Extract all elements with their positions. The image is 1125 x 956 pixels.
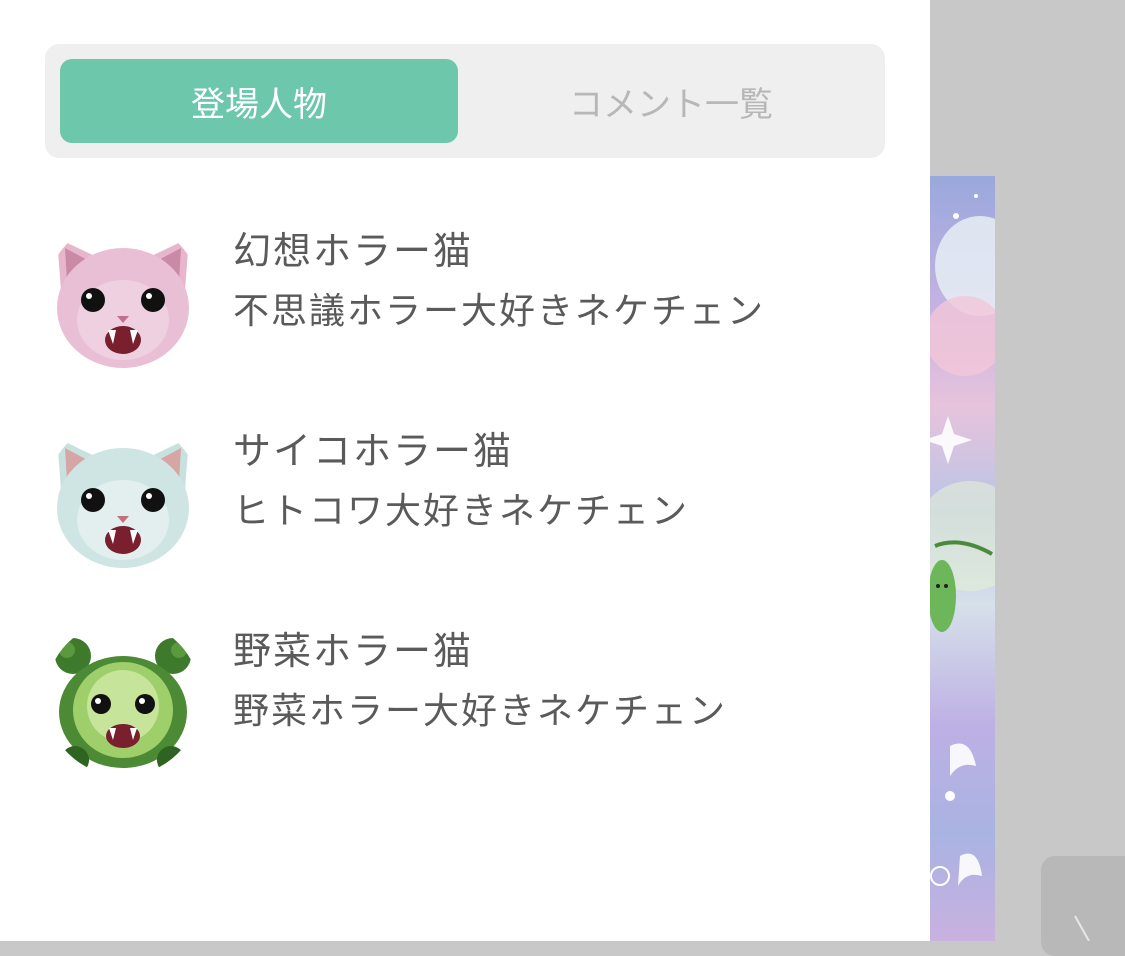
character-item-vegetable-horror-cat[interactable]: 野菜ホラー猫 野菜ホラー大好きネケチェン [45, 620, 865, 780]
character-subtitle: ヒトコワ大好きネケチェン [233, 491, 690, 532]
background-illustration-strip [930, 176, 995, 941]
tab-comments[interactable]: コメント一覧 [472, 59, 870, 143]
pink-cat-icon [45, 220, 201, 376]
character-name: 野菜ホラー猫 [233, 629, 474, 673]
character-name: 幻想ホラー猫 [233, 229, 474, 273]
character-subtitle: 野菜ホラー大好きネケチェン [233, 691, 728, 732]
tab-characters[interactable]: 登場人物 [60, 59, 458, 143]
chevron-right-icon [1074, 915, 1090, 942]
character-item-fantasy-horror-cat[interactable]: 幻想ホラー猫 不思議ホラー大好きネケチェン [45, 220, 865, 380]
character-panel: 登場人物 コメント一覧 幻想ホラー猫 不思議ホラー大好きネケチェン サイコホラー… [0, 0, 930, 941]
character-subtitle: 不思議ホラー大好きネケチェン [233, 291, 766, 332]
character-item-psycho-horror-cat[interactable]: サイコホラー猫 ヒトコワ大好きネケチェン [45, 420, 865, 580]
next-page-button[interactable] [1041, 856, 1125, 956]
mint-cat-icon [45, 420, 201, 576]
tab-bar: 登場人物 コメント一覧 [45, 44, 885, 158]
vegetable-cat-icon [45, 620, 201, 776]
character-name: サイコホラー猫 [233, 429, 514, 473]
